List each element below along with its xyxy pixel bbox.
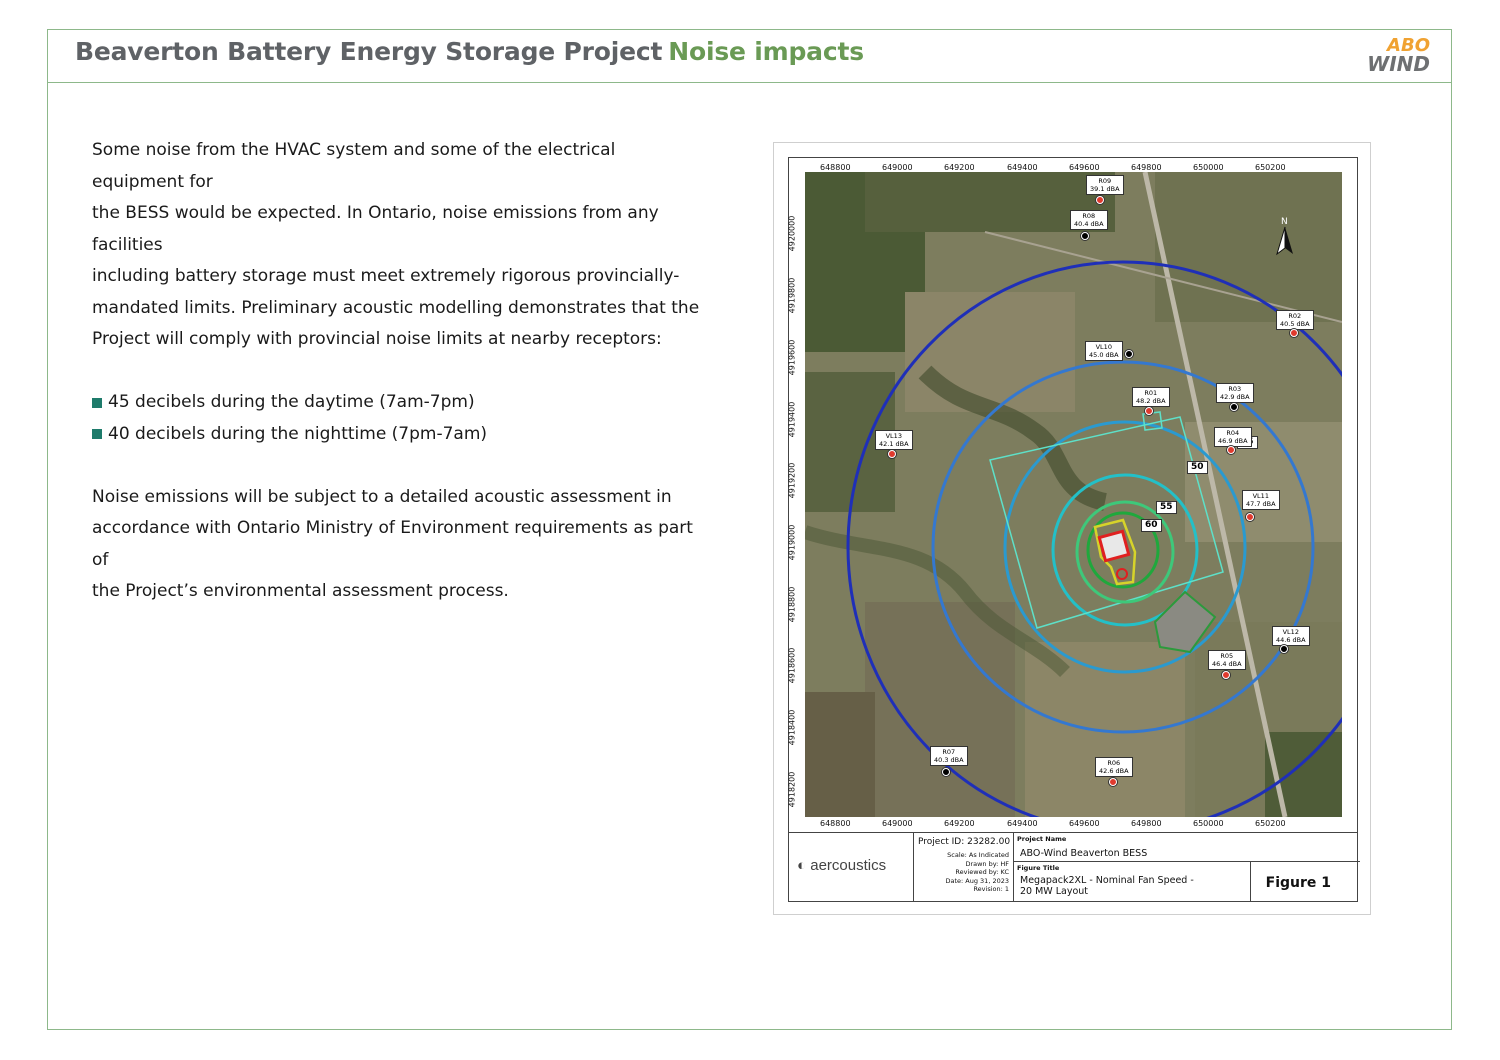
receptor-label: R07 40.3 dBA (930, 746, 968, 766)
x-tick-label: 649600 (1069, 819, 1100, 828)
receptor-label: VL10 45.0 dBA (1085, 341, 1123, 361)
x-tick-label: 649200 (944, 819, 975, 828)
x-tick-label: 649000 (882, 163, 913, 172)
receptor-marker (1145, 407, 1153, 415)
y-tick-label: 4919600 (787, 339, 797, 376)
abo-wind-logo: ABO WIND (1367, 35, 1430, 76)
bullet-square-icon (92, 397, 102, 408)
receptor-marker (1081, 232, 1089, 240)
paragraph-1: Some noise from the HVAC system and some… (92, 140, 700, 349)
x-tick-label: 650200 (1255, 819, 1286, 828)
y-tick-label: 4919000 (787, 524, 797, 561)
header: Beaverton Battery Energy Storage Project… (47, 29, 1452, 83)
x-tick-label: 649000 (882, 819, 913, 828)
receptor-marker (1290, 329, 1298, 337)
y-tick-label: 4918400 (787, 709, 797, 746)
receptor-label: R01 48.2 dBA (1132, 387, 1170, 407)
project-id: Project ID: 23282.00 (918, 837, 1011, 847)
x-tick-label: 648800 (820, 163, 851, 172)
receptor-marker (1246, 513, 1254, 521)
figure-title-label: Figure Title (1017, 864, 1060, 872)
contour-label: 60 (1141, 519, 1162, 532)
list-item: 45 decibels during the daytime (7am-7pm) (92, 387, 712, 419)
page-subtitle: Noise impacts (668, 37, 864, 66)
figure-title: Megapack2XL - Nominal Fan Speed -20 MW L… (1020, 875, 1194, 897)
x-tick-label: 649400 (1007, 163, 1038, 172)
drawing-meta: Scale: As Indicated Drawn by: HF Reviewe… (945, 851, 1010, 893)
y-tick-label: 4918800 (787, 586, 797, 623)
receptor-marker (942, 768, 950, 776)
x-tick-label: 649200 (944, 163, 975, 172)
receptor-marker (1096, 196, 1104, 204)
receptor-marker (888, 450, 896, 458)
y-tick-label: 4918200 (787, 771, 797, 808)
x-tick-label: 649600 (1069, 163, 1100, 172)
receptor-label: R02 40.5 dBA (1276, 310, 1314, 330)
receptor-marker (1109, 778, 1117, 786)
page-title: Beaverton Battery Energy Storage Project… (75, 37, 864, 66)
receptor-marker (1222, 671, 1230, 679)
receptor-label: R05 46.4 dBA (1208, 650, 1246, 670)
aerial-map: N 45 50 55 60 R0939.1 dBA R0840.4 dBA R0… (805, 172, 1342, 817)
y-tick-label: 4919200 (787, 462, 797, 499)
svg-text:N: N (1281, 217, 1288, 227)
x-tick-label: 649400 (1007, 819, 1038, 828)
receptor-label: R09 39.1 dBA (1086, 175, 1124, 195)
noise-map-figure: 648800 649000 649200 649400 649600 64980… (773, 142, 1371, 915)
bullet-square-icon (92, 429, 102, 440)
figure-number: Figure 1 (1265, 875, 1331, 891)
contour-label: 55 (1156, 501, 1177, 514)
x-tick-label: 650000 (1193, 819, 1224, 828)
paragraph-2: Noise emissions will be subject to a det… (92, 486, 693, 602)
receptor-label: VL12 44.6 dBA (1272, 626, 1310, 646)
x-tick-label: 650200 (1255, 163, 1286, 172)
receptor-label: R03 42.9 dBA (1216, 383, 1254, 403)
aercoustics-logo: ◐ aercoustics (797, 857, 887, 874)
receptor-marker (1227, 446, 1235, 454)
project-name-label: Project Name (1017, 835, 1067, 843)
list-item: 40 decibels during the nighttime (7pm-7a… (92, 419, 712, 451)
y-tick-label: 4919800 (787, 277, 797, 314)
body-text: Some noise from the HVAC system and some… (92, 135, 712, 608)
x-tick-label: 649800 (1131, 819, 1162, 828)
x-tick-label: 648800 (820, 819, 851, 828)
receptor-marker (1230, 403, 1238, 411)
y-tick-label: 4919400 (787, 401, 797, 438)
receptor-label: VL11 47.7 dBA (1242, 490, 1280, 510)
x-tick-label: 649800 (1131, 163, 1162, 172)
y-tick-label: 4918600 (787, 647, 797, 684)
contour-label: 50 (1187, 461, 1208, 474)
receptor-marker (1125, 350, 1133, 358)
receptor-label: R06 42.6 dBA (1095, 757, 1133, 777)
receptor-marker (1280, 645, 1288, 653)
receptor-label: R08 40.4 dBA (1070, 210, 1108, 230)
y-tick-label: 4920000 (787, 215, 797, 252)
figure-title-block: ◐ aercoustics Project ID: 23282.00 Scale… (788, 833, 1360, 902)
project-name: ABO-Wind Beaverton BESS (1020, 848, 1148, 859)
receptor-label: VL13 42.1 dBA (875, 430, 913, 450)
x-tick-label: 650000 (1193, 163, 1224, 172)
receptor-label: R04 46.9 dBA (1214, 427, 1252, 447)
aercoustics-icon: ◐ (797, 857, 807, 874)
